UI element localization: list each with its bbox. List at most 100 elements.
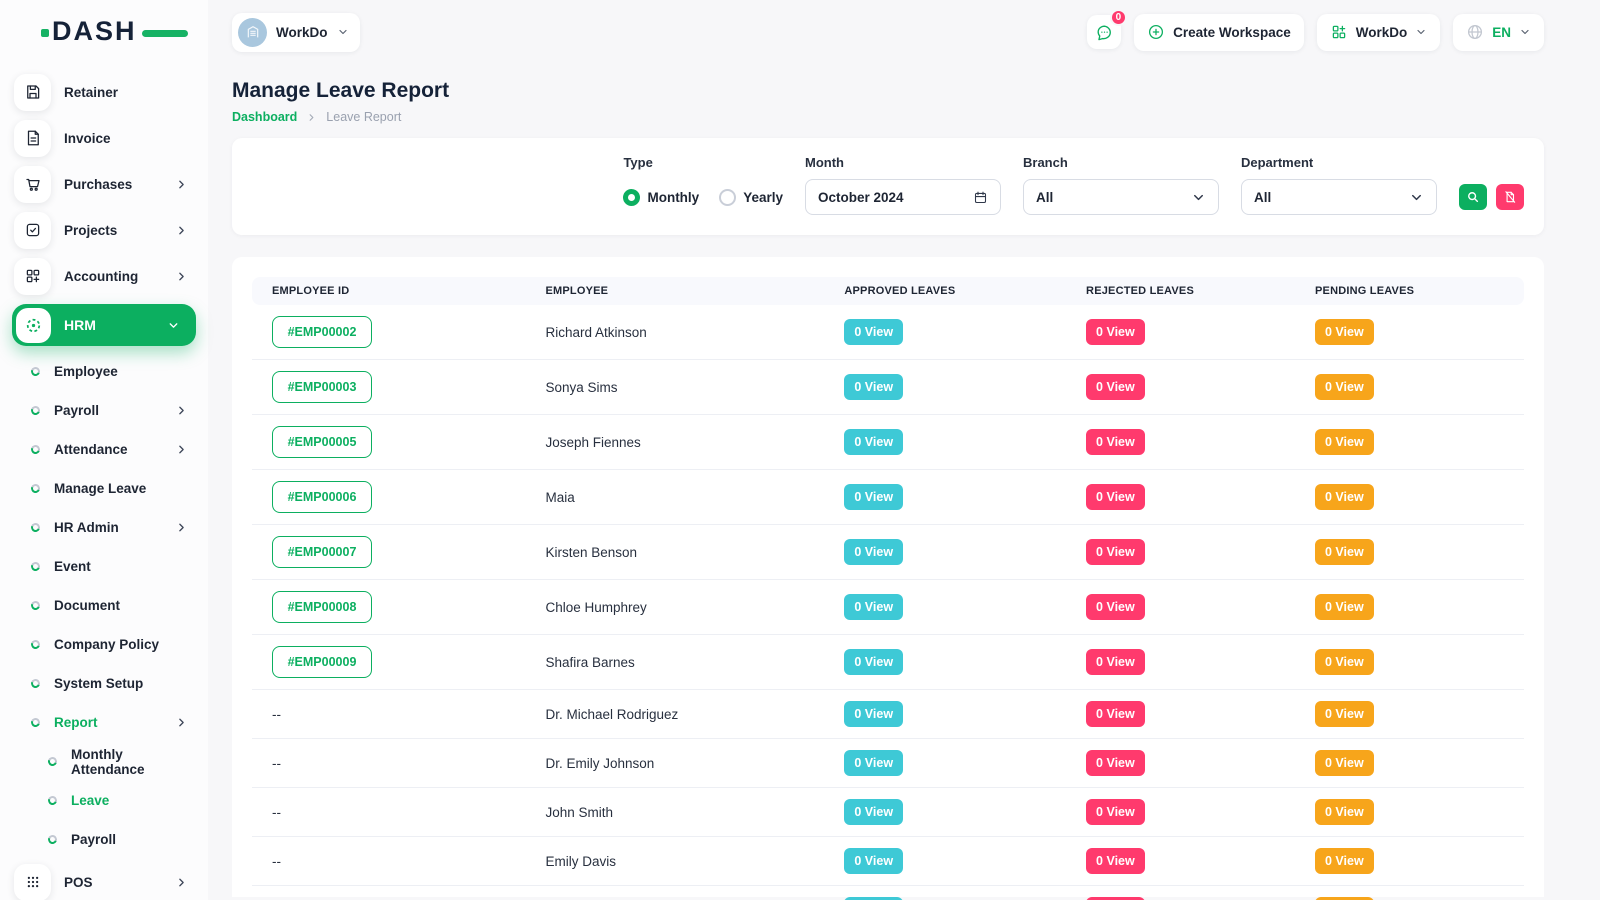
- sidebar-item-report[interactable]: Report: [0, 703, 208, 742]
- pending-view-badge[interactable]: 0 View: [1315, 649, 1374, 675]
- rejected-view-badge[interactable]: 0 View: [1086, 319, 1145, 345]
- sidebar-item-label: Event: [54, 559, 91, 574]
- chevron-right-icon: [175, 716, 188, 729]
- employee-id-badge[interactable]: #EMP00007: [272, 536, 372, 568]
- approved-view-badge[interactable]: 0 View: [844, 539, 903, 565]
- employee-id-badge[interactable]: #EMP00003: [272, 371, 372, 403]
- employee-id-badge[interactable]: #EMP00002: [272, 316, 372, 348]
- sidebar-item-label: Employee: [54, 364, 118, 379]
- rejected-view-badge[interactable]: 0 View: [1086, 374, 1145, 400]
- sidebar-item-invoice[interactable]: Invoice: [0, 115, 208, 161]
- rejected-view-badge[interactable]: 0 View: [1086, 649, 1145, 675]
- sidebar-item-payroll[interactable]: Payroll: [0, 820, 208, 859]
- rejected-view-badge[interactable]: 0 View: [1086, 594, 1145, 620]
- rejected-view-badge[interactable]: 0 View: [1086, 539, 1145, 565]
- app-logo[interactable]: DASH: [52, 16, 162, 47]
- pending-view-badge[interactable]: 0 View: [1315, 799, 1374, 825]
- approved-view-badge[interactable]: 0 View: [844, 848, 903, 874]
- month-input[interactable]: October 2024: [805, 179, 1001, 215]
- sidebar-item-hrm[interactable]: HRM: [12, 304, 196, 346]
- rejected-view-badge[interactable]: 0 View: [1086, 429, 1145, 455]
- department-select[interactable]: All: [1241, 179, 1437, 215]
- rejected-view-badge[interactable]: 0 View: [1086, 848, 1145, 874]
- chevron-down-icon: [1409, 190, 1424, 205]
- approved-view-badge[interactable]: 0 View: [844, 594, 903, 620]
- accounting-icon: [14, 258, 51, 295]
- workdo-menu-button[interactable]: WorkDo: [1317, 14, 1441, 51]
- radio-monthly[interactable]: Monthly: [623, 189, 699, 206]
- branch-select[interactable]: All: [1023, 179, 1219, 215]
- pending-leaves-cell: 0 View: [1295, 360, 1524, 415]
- pending-view-badge[interactable]: 0 View: [1315, 319, 1374, 345]
- approved-view-badge[interactable]: 0 View: [844, 799, 903, 825]
- pending-view-badge[interactable]: 0 View: [1315, 429, 1374, 455]
- chevron-right-icon: [175, 404, 188, 417]
- language-selector[interactable]: EN: [1453, 14, 1544, 51]
- column-header-employee-id: EMPLOYEE ID: [252, 277, 525, 305]
- rejected-view-badge[interactable]: 0 View: [1086, 701, 1145, 727]
- workspace-switcher[interactable]: WorkDo: [232, 13, 360, 52]
- sidebar-item-document[interactable]: Document: [0, 586, 208, 625]
- employee-id-badge[interactable]: #EMP00008: [272, 591, 372, 623]
- rejected-view-badge[interactable]: 0 View: [1086, 750, 1145, 776]
- approved-leaves-cell: 0 View: [824, 415, 1066, 470]
- sidebar-item-attendance[interactable]: Attendance: [0, 430, 208, 469]
- column-header-pending-leaves: PENDING LEAVES: [1295, 277, 1524, 305]
- search-button[interactable]: [1459, 184, 1487, 210]
- reset-filter-button[interactable]: [1496, 184, 1524, 210]
- sidebar-item-manage-leave[interactable]: Manage Leave: [0, 469, 208, 508]
- radio-yearly[interactable]: Yearly: [719, 189, 783, 206]
- radio-yearly-control[interactable]: [719, 189, 736, 206]
- sidebar-item-pos[interactable]: POS: [0, 859, 208, 900]
- topbar-actions: 0 Create Workspace WorkDo EN: [1087, 14, 1544, 51]
- pending-view-badge[interactable]: 0 View: [1315, 539, 1374, 565]
- pending-view-badge[interactable]: 0 View: [1315, 750, 1374, 776]
- rejected-view-badge[interactable]: 0 View: [1086, 484, 1145, 510]
- employee-id-badge[interactable]: #EMP00006: [272, 481, 372, 513]
- create-workspace-button[interactable]: Create Workspace: [1134, 14, 1304, 51]
- employee-id-badge[interactable]: #EMP00005: [272, 426, 372, 458]
- month-filter-group: Month October 2024: [805, 155, 1001, 215]
- building-icon: [245, 24, 261, 40]
- rejected-leaves-cell: 0 View: [1066, 470, 1295, 525]
- messages-button[interactable]: 0: [1087, 15, 1121, 49]
- type-filter-group: Type Monthly Yearly: [623, 155, 783, 215]
- sidebar-item-projects[interactable]: Projects: [0, 207, 208, 253]
- pending-view-badge[interactable]: 0 View: [1315, 374, 1374, 400]
- employee-id-badge[interactable]: #EMP00009: [272, 646, 372, 678]
- sidebar-item-monthly-attendance[interactable]: Monthly Attendance: [0, 742, 208, 781]
- approved-view-badge[interactable]: 0 View: [844, 484, 903, 510]
- pending-view-badge[interactable]: 0 View: [1315, 484, 1374, 510]
- sidebar-item-retainer[interactable]: Retainer: [0, 69, 208, 115]
- approved-view-badge[interactable]: 0 View: [844, 319, 903, 345]
- sidebar-item-company-policy[interactable]: Company Policy: [0, 625, 208, 664]
- pending-view-badge[interactable]: 0 View: [1315, 848, 1374, 874]
- rejected-view-badge[interactable]: 0 View: [1086, 799, 1145, 825]
- month-label: Month: [805, 155, 1001, 170]
- sidebar-item-hr-admin[interactable]: HR Admin: [0, 508, 208, 547]
- sidebar-item-employee[interactable]: Employee: [0, 352, 208, 391]
- pending-view-badge[interactable]: 0 View: [1315, 701, 1374, 727]
- radio-yearly-label: Yearly: [743, 190, 783, 205]
- sidebar-item-label: Report: [54, 715, 98, 730]
- approved-view-badge[interactable]: 0 View: [844, 750, 903, 776]
- sidebar-item-leave[interactable]: Leave: [0, 781, 208, 820]
- approved-view-badge[interactable]: 0 View: [844, 649, 903, 675]
- approved-view-badge[interactable]: 0 View: [844, 429, 903, 455]
- employee-name: John Smith: [545, 805, 613, 820]
- approved-leaves-cell: 0 View: [824, 788, 1066, 837]
- radio-monthly-control[interactable]: [623, 189, 640, 206]
- approved-view-badge[interactable]: 0 View: [844, 374, 903, 400]
- breadcrumb-dashboard-link[interactable]: Dashboard: [232, 110, 297, 124]
- logo-bar-accent: [142, 30, 188, 37]
- pending-view-badge[interactable]: 0 View: [1315, 594, 1374, 620]
- employee-name-cell: Shafira Barnes: [525, 635, 824, 690]
- sidebar-item-accounting[interactable]: Accounting: [0, 253, 208, 299]
- employee-name-cell: James Brown: [525, 886, 824, 900]
- sidebar-item-payroll[interactable]: Payroll: [0, 391, 208, 430]
- sidebar-item-event[interactable]: Event: [0, 547, 208, 586]
- pending-leaves-cell: 0 View: [1295, 690, 1524, 739]
- sidebar-item-purchases[interactable]: Purchases: [0, 161, 208, 207]
- sidebar-item-system-setup[interactable]: System Setup: [0, 664, 208, 703]
- approved-view-badge[interactable]: 0 View: [844, 701, 903, 727]
